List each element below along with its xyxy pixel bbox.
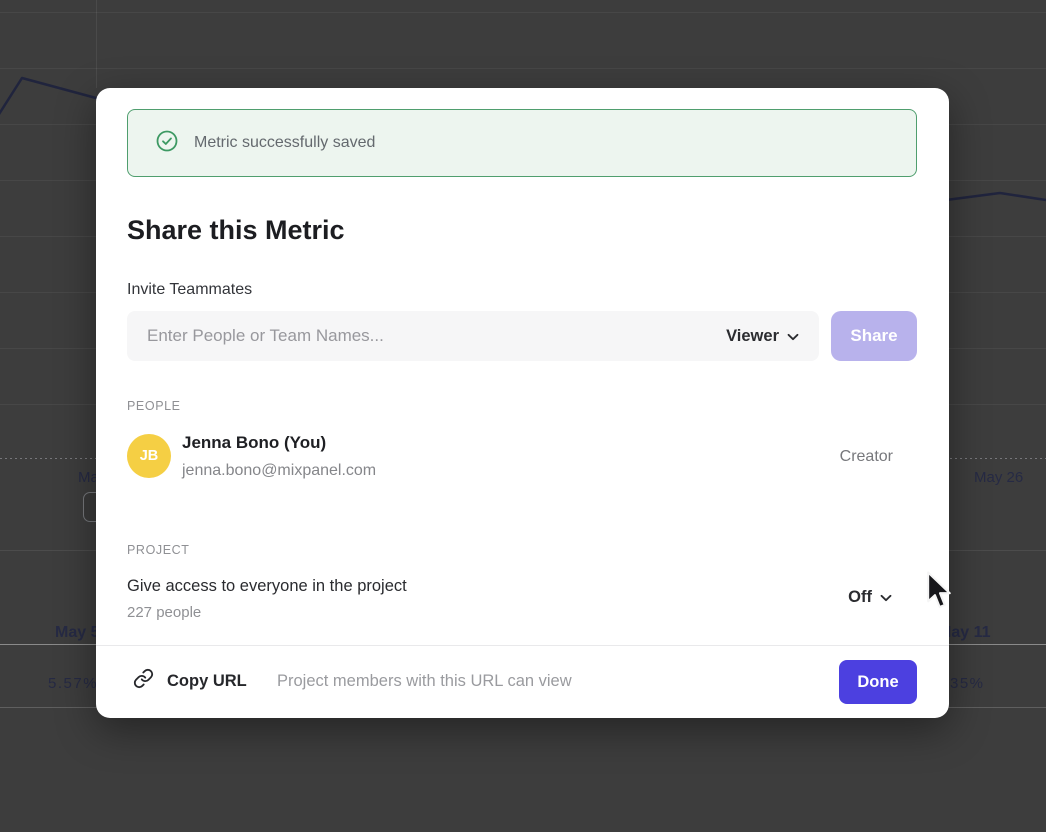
project-access-value: Off [848,588,872,607]
table-value-left: 5.57% [48,675,98,692]
people-section-label: PEOPLE [127,399,181,413]
table-date-left: May 5 [55,624,99,642]
chevron-down-icon [880,588,892,607]
modal-title: Share this Metric [127,215,345,246]
modal-footer: Copy URL Project members with this URL c… [96,645,949,718]
invite-row: Viewer Share [127,311,917,361]
url-permission-note: Project members with this URL can view [277,672,572,691]
mouse-cursor [926,571,954,616]
person-email: jenna.bono@mixpanel.com [182,462,376,480]
copy-url-label: Copy URL [167,672,247,691]
project-people-count: 227 people [127,604,201,621]
invite-people-input[interactable] [147,326,714,346]
invite-input-container: Viewer [127,311,819,361]
invite-teammates-label: Invite Teammates [127,281,252,299]
table-value-right: 35% [950,675,985,692]
success-check-icon [156,130,178,157]
success-toast: Metric successfully saved [127,109,917,177]
project-section-label: PROJECT [127,543,190,557]
person-name: Jenna Bono (You) [182,433,326,453]
done-button[interactable]: Done [839,660,917,704]
chevron-down-icon [787,327,799,346]
share-button[interactable]: Share [831,311,917,361]
avatar: JB [127,434,171,478]
role-dropdown[interactable]: Viewer [714,327,799,346]
role-dropdown-value: Viewer [726,327,779,346]
project-access-title: Give access to everyone in the project [127,577,407,596]
person-role: Creator [840,448,893,466]
share-metric-modal: Metric successfully saved Share this Met… [96,88,949,718]
toast-message: Metric successfully saved [194,134,375,152]
link-icon [133,668,154,694]
avatar-initials: JB [140,448,159,464]
x-axis-tick-right: May 26 [974,469,1023,486]
project-access-dropdown[interactable]: Off [848,588,892,607]
copy-url-button[interactable]: Copy URL [133,668,247,694]
